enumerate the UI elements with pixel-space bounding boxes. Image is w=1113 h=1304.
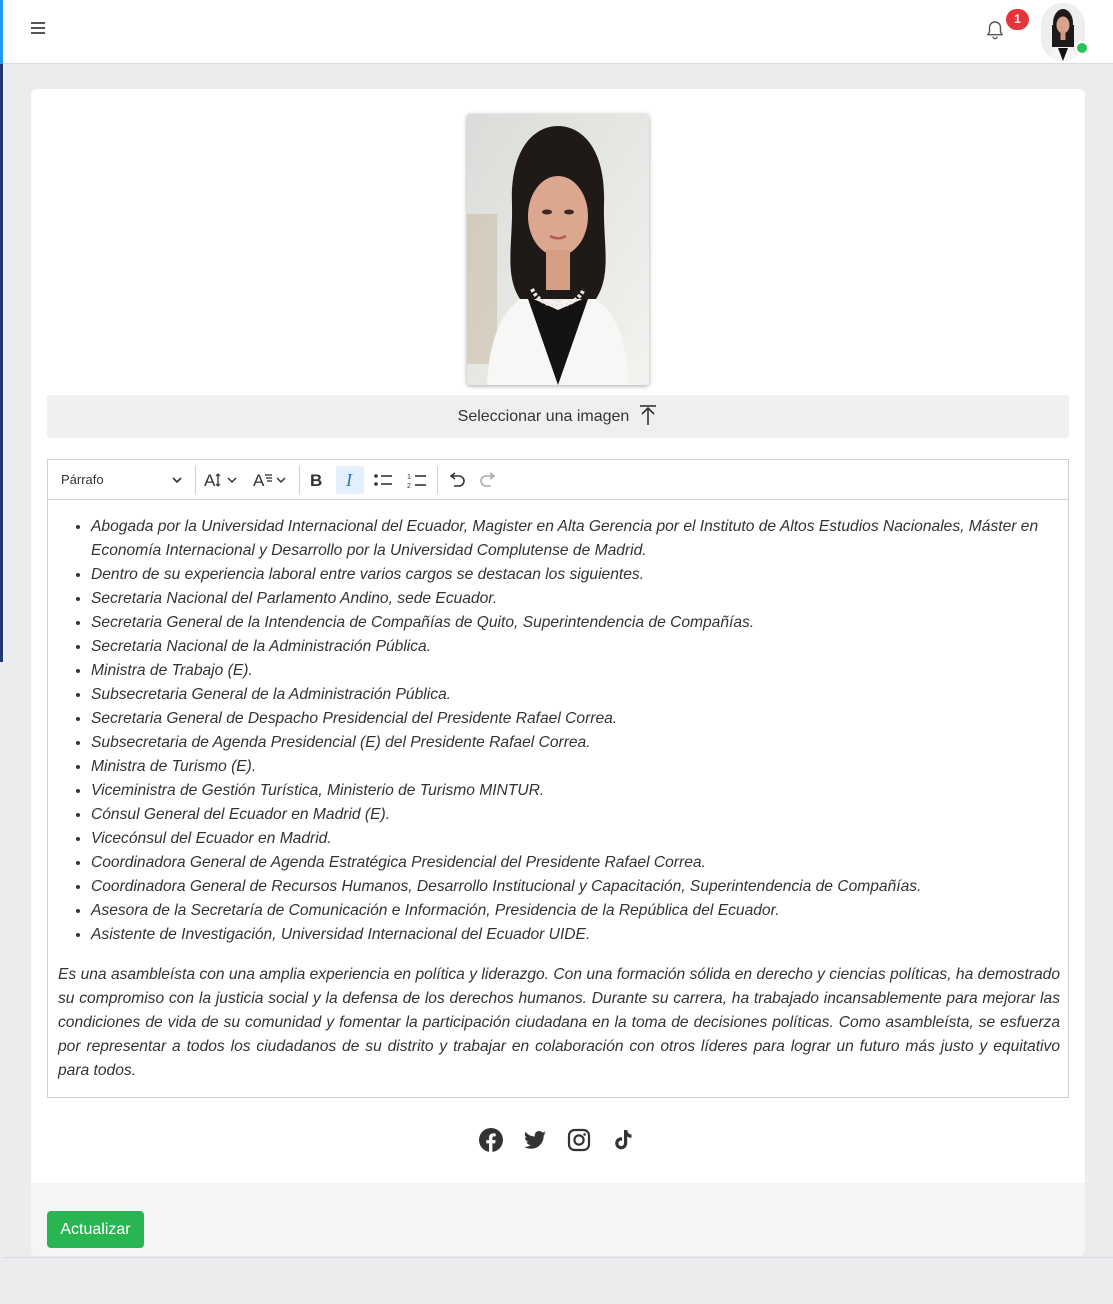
toolbar-divider (195, 466, 196, 494)
list-item: Asistente de Investigación, Universidad … (91, 923, 1060, 947)
heading-dropdown[interactable]: Párrafo (53, 466, 187, 494)
svg-text:2: 2 (407, 483, 411, 489)
experience-list: Abogada por la Universidad Internacional… (58, 515, 1060, 947)
update-button[interactable]: Actualizar (47, 1211, 144, 1248)
redo-icon[interactable] (475, 466, 503, 494)
list-item: Viceministra de Gestión Turística, Minis… (91, 779, 1060, 803)
top-navbar: 1 (3, 0, 1113, 64)
svg-text:A: A (204, 471, 216, 490)
list-item: Vicecónsul del Ecuador en Madrid. (91, 827, 1060, 851)
rich-text-editor: Párrafo A A B I 12 • Abogada por la Univ… (47, 459, 1069, 1098)
list-item: Abogada por la Universidad Internacional… (91, 515, 1060, 563)
twitter-icon[interactable] (523, 1128, 547, 1152)
heading-value: Párrafo (61, 472, 104, 487)
font-size-icon[interactable]: A (202, 466, 242, 494)
editor-content[interactable]: Abogada por la Universidad Internacional… (58, 515, 1060, 1083)
list-item: Cónsul General del Ecuador en Madrid (E)… (91, 803, 1060, 827)
notification-badge: 1 (1006, 9, 1029, 30)
list-item: Coordinadora General de Agenda Estratégi… (91, 851, 1060, 875)
toolbar-divider (299, 466, 300, 494)
list-item: Secretaria Nacional de la Administración… (91, 635, 1060, 659)
facebook-icon[interactable] (479, 1128, 503, 1152)
online-status-dot (1075, 41, 1089, 55)
upload-arrow-icon (640, 404, 657, 425)
page-divider (3, 1257, 1113, 1258)
chevron-down-icon (172, 477, 182, 484)
numbered-list-icon[interactable]: 12 (403, 466, 431, 494)
sidebar-edge (0, 64, 3, 662)
list-item: Ministra de Turismo (E). (91, 755, 1060, 779)
bold-icon[interactable]: B (302, 466, 330, 494)
svg-text:I: I (345, 471, 353, 489)
list-item: Coordinadora General de Recursos Humanos… (91, 875, 1060, 899)
list-item: Subsecretaria de Agenda Presidencial (E)… (91, 731, 1060, 755)
svg-text:B: B (310, 471, 322, 489)
list-item: Subsecretaria General de la Administraci… (91, 683, 1060, 707)
list-item: Ministra de Trabajo (E). (91, 659, 1060, 683)
list-item: Secretaria General de Despacho Presidenc… (91, 707, 1060, 731)
select-image-label: Seleccionar una imagen (457, 408, 630, 425)
profile-photo (467, 114, 649, 385)
social-links (479, 1128, 635, 1152)
profile-card: Seleccionar una imagen Párrafo A A B I 1… (31, 89, 1085, 1256)
card-footer: Actualizar (31, 1183, 1085, 1256)
toolbar-divider (437, 466, 438, 494)
instagram-icon[interactable] (567, 1128, 591, 1152)
list-item: Asesora de la Secretaría de Comunicación… (91, 899, 1060, 923)
svg-text:1: 1 (407, 474, 411, 481)
undo-icon[interactable] (442, 466, 470, 494)
editor-toolbar: Párrafo A A B I 12 (48, 460, 1068, 500)
list-item: Dentro de su experiencia laboral entre v… (91, 563, 1060, 587)
hamburger-icon[interactable] (31, 22, 45, 36)
font-family-icon[interactable]: A (251, 466, 291, 494)
list-item: Secretaria General de la Intendencia de … (91, 611, 1060, 635)
bell-icon[interactable] (985, 19, 1005, 41)
select-image-button[interactable]: Seleccionar una imagen (47, 395, 1069, 438)
bio-paragraph: Es una asambleísta con una amplia experi… (58, 966, 1060, 1079)
tiktok-icon[interactable] (611, 1128, 635, 1152)
svg-text:A: A (253, 471, 265, 490)
italic-icon[interactable]: I (336, 466, 364, 494)
bulleted-list-icon[interactable] (369, 466, 397, 494)
list-item: Secretaria Nacional del Parlamento Andin… (91, 587, 1060, 611)
